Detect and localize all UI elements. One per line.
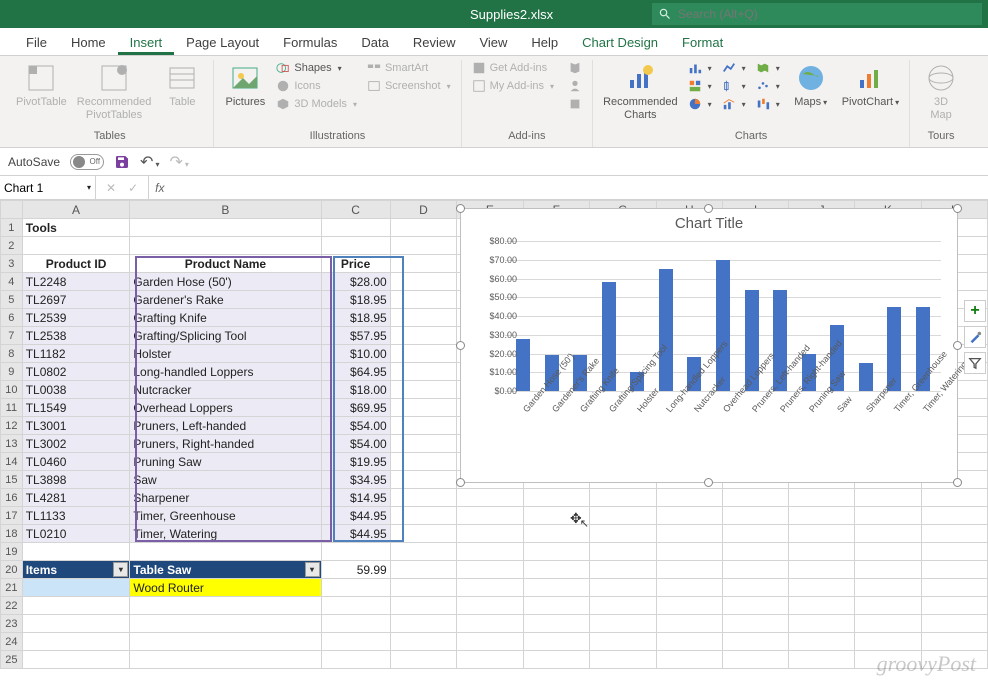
tab-page-layout[interactable]: Page Layout [174,29,271,55]
tab-formulas[interactable]: Formulas [271,29,349,55]
chart-side-buttons: + [964,300,986,374]
resize-handle[interactable] [704,478,713,487]
tab-chart-design[interactable]: Chart Design [570,29,670,55]
line-chart-button[interactable]: ▾ [720,60,748,76]
smartart-button[interactable]: SmartArt [365,60,453,76]
screenshot-button[interactable]: Screenshot▾ [365,78,453,94]
search-box[interactable] [652,3,982,25]
pie-chart-button[interactable]: ▾ [686,96,714,112]
chart-bar[interactable] [716,260,730,391]
pictures-button[interactable]: Pictures [222,60,268,109]
group-label-tables: Tables [94,130,126,142]
shapes-button[interactable]: Shapes▾ [274,60,359,76]
bing-maps-button[interactable] [566,60,584,76]
chart-title[interactable]: Chart Title [461,209,957,236]
column-chart-button[interactable]: ▾ [686,60,714,76]
save-icon[interactable] [114,154,130,170]
map-chart-button[interactable]: ▾ [754,60,782,76]
get-addins-button[interactable]: Get Add-ins [470,60,556,76]
formula-input[interactable] [170,176,988,199]
resize-handle[interactable] [953,341,962,350]
chart-styles-button[interactable] [964,326,986,348]
window-filename: Supplies2.xlsx [470,7,553,22]
resize-handle[interactable] [953,478,962,487]
group-label-addins: Add-ins [508,130,545,142]
ribbon-group-addins: Get Add-ins My Add-ins▾ Add-ins [462,60,593,147]
ribbon-group-tours: 3D Map Tours [910,60,972,147]
resize-handle[interactable] [456,204,465,213]
statistic-chart-button[interactable]: ▾ [720,78,748,94]
redo-button[interactable]: ↷▾ [169,152,188,172]
chart-bar[interactable] [516,339,530,392]
tab-file[interactable]: File [14,29,59,55]
3d-map-button[interactable]: 3D Map [918,60,964,122]
group-label-charts: Charts [735,130,767,142]
fx-icon[interactable]: fx [149,176,170,199]
recommended-charts-button[interactable]: Recommended Charts [601,60,680,122]
scatter-chart-button[interactable]: ▾ [754,78,782,94]
ribbon-tabs: File Home Insert Page Layout Formulas Da… [0,28,988,56]
name-box[interactable]: ▾ [0,176,96,199]
my-addins-button[interactable]: My Add-ins▾ [470,78,556,94]
chevron-down-icon[interactable]: ▾ [87,183,91,192]
visio-button[interactable] [566,96,584,112]
tab-insert[interactable]: Insert [118,29,175,55]
autosave-toggle[interactable]: Off [70,154,104,170]
group-label-tours: Tours [928,130,955,142]
chart-elements-button[interactable]: + [964,300,986,322]
resize-handle[interactable] [953,204,962,213]
resize-handle[interactable] [456,478,465,487]
tab-format[interactable]: Format [670,29,735,55]
recommended-pivottables-button[interactable]: Recommended PivotTables [75,60,154,122]
pivottable-button[interactable]: PivotTable [14,60,69,109]
quick-access-toolbar: AutoSave Off ↶▾ ↷▾ [0,148,988,176]
chart-object[interactable]: Chart Title Garden Hose (50')Gardener's … [460,208,958,483]
chart-bar[interactable] [859,363,873,391]
ribbon-group-illustrations: Pictures Shapes▾ Icons 3D Models▾ SmartA… [214,60,461,147]
ribbon: PivotTable Recommended PivotTables Table… [0,56,988,148]
people-graph-button[interactable] [566,78,584,94]
pivotchart-button[interactable]: PivotChart▾ [840,60,901,109]
chart-filters-button[interactable] [964,352,986,374]
hierarchy-chart-button[interactable]: ▾ [686,78,714,94]
tab-review[interactable]: Review [401,29,468,55]
watermark: groovyPost [877,651,976,677]
formula-bar: ▾ ✕ ✓ fx [0,176,988,200]
maps-button[interactable]: Maps▾ [788,60,834,109]
group-label-illustrations: Illustrations [310,130,366,142]
tab-home[interactable]: Home [59,29,118,55]
title-bar: Supplies2.xlsx [0,0,988,28]
combo-chart-button[interactable]: ▾ [720,96,748,112]
undo-button[interactable]: ↶▾ [140,152,159,172]
tab-data[interactable]: Data [349,29,400,55]
search-icon [658,7,672,21]
ribbon-group-tables: PivotTable Recommended PivotTables Table… [6,60,214,147]
3d-models-button[interactable]: 3D Models▾ [274,96,359,112]
worksheet-grid[interactable]: ABC DEF GHI JKL 1Tools23Product IDProduc… [0,200,988,669]
tab-view[interactable]: View [467,29,519,55]
name-box-input[interactable] [4,181,74,195]
table-button[interactable]: Table [159,60,205,109]
autosave-label: AutoSave [8,155,60,169]
enter-icon[interactable]: ✓ [128,181,138,195]
tab-help[interactable]: Help [519,29,570,55]
search-input[interactable] [678,7,976,21]
resize-handle[interactable] [704,204,713,213]
ribbon-group-charts: Recommended Charts ▾ ▾ ▾ ▾ ▾ ▾ ▾ ▾ ▾ Map… [593,60,910,147]
cancel-icon[interactable]: ✕ [106,181,116,195]
resize-handle[interactable] [456,341,465,350]
icons-button[interactable]: Icons [274,78,359,94]
chart-bar[interactable] [659,269,673,391]
waterfall-chart-button[interactable]: ▾ [754,96,782,112]
chart-plot-area[interactable] [505,241,941,391]
